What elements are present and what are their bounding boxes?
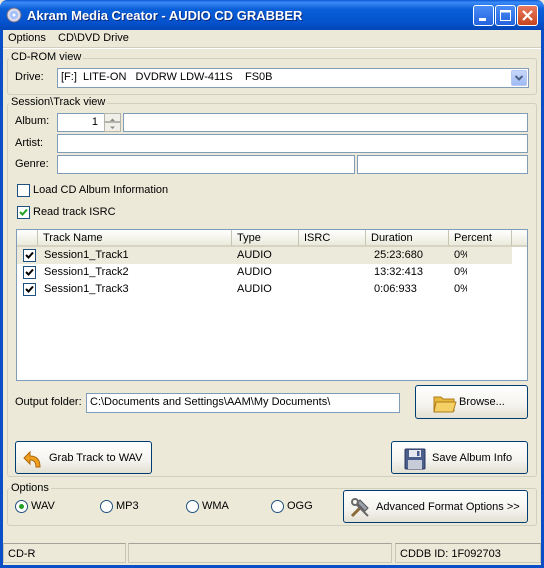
radio-mp3[interactable] bbox=[100, 500, 113, 513]
drive-label: Drive: bbox=[15, 71, 44, 83]
track-name: Session1_Track3 bbox=[44, 283, 129, 295]
caret-down-icon bbox=[110, 126, 115, 129]
menu-cd-dvd-drive[interactable]: CD\DVD Drive bbox=[54, 31, 133, 45]
radio-selected-dot bbox=[19, 504, 24, 509]
radio-wav[interactable] bbox=[15, 500, 28, 513]
track-duration: 25:23:680 bbox=[374, 249, 423, 261]
column-header-duration[interactable]: Duration bbox=[366, 230, 449, 247]
session-track-title: Session\Track view bbox=[9, 96, 108, 108]
advanced-format-options-label: Advanced Format Options >> bbox=[376, 500, 520, 513]
status-middle bbox=[128, 543, 392, 563]
track-type: AUDIO bbox=[237, 283, 272, 295]
output-folder-label: Output folder: bbox=[15, 396, 82, 408]
track-type: AUDIO bbox=[237, 249, 272, 261]
track-checkbox[interactable] bbox=[23, 249, 36, 262]
drive-select-value: [F:] LITE-ON DVDRW LDW-411S FS0B bbox=[61, 71, 273, 83]
checkmark-icon bbox=[19, 208, 28, 216]
track-type: AUDIO bbox=[237, 266, 272, 278]
track-checkbox[interactable] bbox=[23, 283, 36, 296]
read-isrc-checkbox[interactable] bbox=[17, 206, 30, 219]
radio-wma[interactable] bbox=[186, 500, 199, 513]
track-row[interactable]: Session1_Track1 AUDIO 25:23:680 0% bbox=[17, 247, 512, 264]
track-row[interactable]: Session1_Track3 AUDIO 0:06:933 0% bbox=[17, 281, 512, 298]
browse-button[interactable]: Browse... bbox=[415, 385, 528, 419]
track-name: Session1_Track2 bbox=[44, 266, 129, 278]
album-spin-up[interactable] bbox=[104, 113, 121, 122]
window-title: Akram Media Creator - AUDIO CD GRABBER bbox=[27, 8, 303, 23]
minimize-button[interactable] bbox=[473, 5, 494, 26]
menu-options[interactable]: Options bbox=[4, 31, 50, 45]
maximize-icon bbox=[500, 10, 511, 21]
options-title: Options bbox=[9, 482, 51, 494]
floppy-disk-icon bbox=[404, 448, 426, 470]
radio-mp3-label: MP3 bbox=[116, 500, 139, 512]
column-header-type[interactable]: Type bbox=[232, 230, 299, 247]
advanced-format-options-button[interactable]: Advanced Format Options >> bbox=[343, 490, 528, 523]
track-checkbox[interactable] bbox=[23, 266, 36, 279]
column-header-isrc[interactable]: ISRC bbox=[299, 230, 366, 247]
browse-button-label: Browse... bbox=[459, 396, 505, 408]
undo-arrow-icon bbox=[23, 450, 41, 468]
album-label: Album: bbox=[15, 115, 50, 127]
radio-ogg-label: OGG bbox=[287, 500, 313, 512]
maximize-button[interactable] bbox=[495, 5, 516, 26]
album-field[interactable] bbox=[123, 113, 528, 132]
album-number-field[interactable]: 1 bbox=[57, 113, 105, 132]
load-cd-label: Load CD Album Information bbox=[33, 184, 169, 196]
drive-select[interactable]: [F:] LITE-ON DVDRW LDW-411S FS0B bbox=[57, 68, 529, 88]
window-frame-left bbox=[0, 30, 3, 568]
tools-icon bbox=[350, 498, 369, 518]
radio-wma-label: WMA bbox=[202, 500, 229, 512]
save-album-label: Save Album Info bbox=[432, 451, 513, 464]
album-spin-down[interactable] bbox=[104, 122, 121, 132]
checkmark-icon bbox=[25, 251, 34, 259]
column-header-check[interactable] bbox=[17, 230, 38, 247]
track-percent: 0% bbox=[454, 283, 467, 295]
track-name: Session1_Track1 bbox=[44, 249, 129, 261]
track-duration: 0:06:933 bbox=[374, 283, 417, 295]
genre-label: Genre: bbox=[15, 158, 49, 170]
app-disc-icon bbox=[6, 7, 22, 23]
grab-track-button[interactable]: Grab Track to WAV bbox=[15, 441, 152, 474]
load-cd-checkbox[interactable] bbox=[17, 184, 30, 197]
close-icon bbox=[522, 10, 533, 21]
track-list[interactable]: Track Name Type ISRC Duration Percent Se… bbox=[16, 229, 528, 381]
track-row[interactable]: Session1_Track2 AUDIO 13:32:413 0% bbox=[17, 264, 512, 281]
genre-field[interactable] bbox=[57, 155, 355, 174]
track-percent: 0% bbox=[454, 266, 467, 278]
close-button[interactable] bbox=[517, 5, 538, 26]
read-isrc-label: Read track ISRC bbox=[33, 206, 116, 218]
status-cddb-id: CDDB ID: 1F092703 bbox=[395, 543, 541, 563]
track-percent: 0% bbox=[454, 249, 467, 261]
status-media: CD-R bbox=[3, 543, 126, 563]
chevron-down-icon[interactable] bbox=[511, 70, 527, 86]
column-header-track-name[interactable]: Track Name bbox=[38, 230, 232, 247]
grab-track-label: Grab Track to WAV bbox=[49, 451, 143, 464]
save-album-button[interactable]: Save Album Info bbox=[391, 441, 528, 474]
minimize-icon bbox=[479, 18, 486, 21]
checkmark-icon bbox=[25, 268, 34, 276]
column-header-percent[interactable]: Percent bbox=[449, 230, 512, 247]
cdrom-view-title: CD-ROM view bbox=[9, 51, 84, 63]
radio-ogg[interactable] bbox=[271, 500, 284, 513]
artist-label: Artist: bbox=[15, 137, 44, 149]
folder-icon bbox=[433, 396, 457, 413]
output-folder-field[interactable]: C:\Documents and Settings\AAM\My Documen… bbox=[86, 393, 400, 413]
menu-separator bbox=[3, 47, 541, 49]
radio-wav-label: WAV bbox=[31, 500, 55, 512]
artist-field[interactable] bbox=[57, 134, 528, 153]
checkmark-icon bbox=[25, 285, 34, 293]
genre-extra-field[interactable] bbox=[357, 155, 528, 174]
track-duration: 13:32:413 bbox=[374, 266, 423, 278]
column-header-filler bbox=[512, 230, 527, 247]
